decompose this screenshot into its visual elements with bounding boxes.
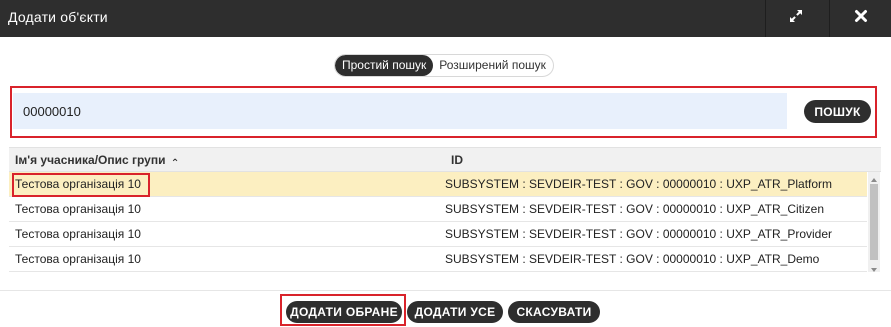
- cell-member-name: Тестова організація 10: [15, 252, 141, 266]
- column-header-name[interactable]: Ім'я учасника/Опис групи ⌃: [15, 148, 179, 174]
- table-row[interactable]: Тестова організація 10 SUBSYSTEM : SEVDE…: [9, 197, 867, 222]
- close-icon: [854, 9, 868, 28]
- expand-button[interactable]: [766, 0, 826, 37]
- cell-member-id: SUBSYSTEM : SEVDEIR-TEST : GOV : 0000001…: [445, 202, 825, 216]
- column-header-id[interactable]: ID: [451, 148, 463, 172]
- cell-member-id: SUBSYSTEM : SEVDEIR-TEST : GOV : 0000001…: [445, 177, 833, 191]
- table-row[interactable]: Тестова організація 10 SUBSYSTEM : SEVDE…: [9, 247, 867, 272]
- scrollbar-thumb[interactable]: [870, 184, 878, 260]
- dialog-titlebar: Додати об'єкти: [0, 0, 891, 37]
- add-all-button[interactable]: ДОДАТИ УСЕ: [407, 301, 503, 323]
- add-selected-button[interactable]: ДОДАТИ ОБРАНЕ: [286, 301, 402, 323]
- cell-member-name: Тестова організація 10: [15, 227, 141, 241]
- close-button[interactable]: [831, 0, 891, 37]
- dialog-title: Додати об'єкти: [8, 9, 108, 25]
- tab-advanced-search[interactable]: Розширений пошук: [433, 55, 553, 76]
- expand-icon: [788, 8, 804, 29]
- table-row[interactable]: Тестова організація 10 SUBSYSTEM : SEVDE…: [9, 222, 867, 247]
- footer-divider: [0, 290, 891, 291]
- search-mode-toggle: Простий пошук Розширений пошук: [334, 54, 554, 77]
- titlebar-divider: [829, 0, 830, 37]
- scroll-up-arrow-icon[interactable]: [868, 172, 880, 182]
- search-input[interactable]: [13, 93, 787, 129]
- scroll-down-arrow-icon[interactable]: [868, 262, 880, 272]
- search-button[interactable]: ПОШУК: [804, 100, 871, 123]
- cancel-button[interactable]: СКАСУВАТИ: [508, 301, 600, 323]
- cell-member-id: SUBSYSTEM : SEVDEIR-TEST : GOV : 0000001…: [445, 227, 833, 241]
- selected-name-highlight: [12, 173, 150, 197]
- cell-member-id: SUBSYSTEM : SEVDEIR-TEST : GOV : 0000001…: [445, 252, 820, 266]
- table-scrollbar[interactable]: [868, 172, 880, 272]
- column-header-name-label: Ім'я учасника/Опис групи: [15, 153, 166, 167]
- tab-simple-search[interactable]: Простий пошук: [335, 55, 434, 76]
- cell-member-name: Тестова організація 10: [15, 202, 141, 216]
- table-header: Ім'я учасника/Опис групи ⌃ ID: [9, 147, 881, 172]
